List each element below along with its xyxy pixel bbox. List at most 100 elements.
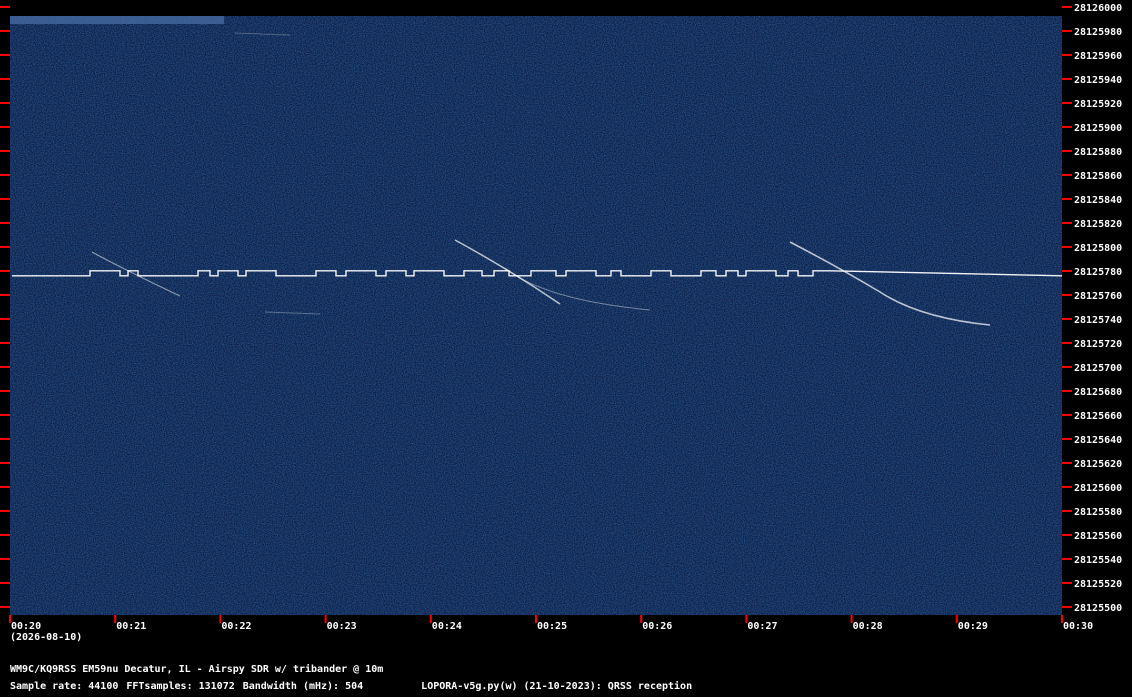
y-tick-right bbox=[1062, 78, 1072, 80]
y-tick-left bbox=[0, 534, 10, 536]
y-tick-left bbox=[0, 294, 10, 296]
y-tick-left bbox=[0, 342, 10, 344]
y-tick-label: 28125940 bbox=[1074, 75, 1122, 86]
y-tick-left bbox=[0, 126, 10, 128]
y-tick-label: 28125560 bbox=[1074, 531, 1122, 542]
y-tick-left bbox=[0, 198, 10, 200]
y-tick-label: 28125680 bbox=[1074, 387, 1122, 398]
y-tick-right bbox=[1062, 318, 1072, 320]
y-tick-label: 28125900 bbox=[1074, 123, 1122, 134]
y-tick-right bbox=[1062, 102, 1072, 104]
x-tick-label: 00:30 bbox=[1063, 621, 1093, 632]
y-tick-right bbox=[1062, 366, 1072, 368]
settings-line: Sample rate: 44100 FFTsamples: 131072 Band… bbox=[10, 681, 700, 692]
y-tick-label: 28125600 bbox=[1074, 483, 1122, 494]
x-tick-label: 00:26 bbox=[642, 621, 672, 632]
y-tick-label: 28125760 bbox=[1074, 291, 1122, 302]
x-tick-label: 00:25 bbox=[537, 621, 567, 632]
x-tick-label: 00:24 bbox=[432, 621, 462, 632]
y-tick-right bbox=[1062, 510, 1072, 512]
y-tick-left bbox=[0, 462, 10, 464]
y-tick-left bbox=[0, 414, 10, 416]
y-tick-right bbox=[1062, 222, 1072, 224]
y-tick-right bbox=[1062, 174, 1072, 176]
x-date-label: (2026-08-10) bbox=[10, 632, 82, 643]
y-tick-label: 28125860 bbox=[1074, 171, 1122, 182]
y-tick-left bbox=[0, 174, 10, 176]
y-tick-left bbox=[0, 510, 10, 512]
x-tick-label: 00:28 bbox=[853, 621, 883, 632]
y-tick-left bbox=[0, 30, 10, 32]
y-tick-left bbox=[0, 270, 10, 272]
y-tick-right bbox=[1062, 534, 1072, 536]
y-tick-label: 28125820 bbox=[1074, 219, 1122, 230]
y-tick-right bbox=[1062, 54, 1072, 56]
y-tick-right bbox=[1062, 198, 1072, 200]
y-tick-right bbox=[1062, 558, 1072, 560]
y-tick-left bbox=[0, 366, 10, 368]
y-tick-left bbox=[0, 246, 10, 248]
x-tick-label: 00:21 bbox=[116, 621, 146, 632]
y-tick-label: 28125780 bbox=[1074, 267, 1122, 278]
y-tick-left bbox=[0, 606, 10, 608]
waterfall-noise bbox=[10, 16, 1062, 615]
y-tick-right bbox=[1062, 462, 1072, 464]
y-tick-label: 28125980 bbox=[1074, 27, 1122, 38]
y-tick-label: 28125500 bbox=[1074, 603, 1122, 614]
y-tick-label: 28125540 bbox=[1074, 555, 1122, 566]
x-tick-label: 00:20 bbox=[11, 621, 41, 632]
y-tick-right bbox=[1062, 486, 1072, 488]
y-tick-label: 28125920 bbox=[1074, 99, 1122, 110]
y-tick-right bbox=[1062, 126, 1072, 128]
y-tick-left bbox=[0, 438, 10, 440]
y-tick-label: 28125620 bbox=[1074, 459, 1122, 470]
y-tick-right bbox=[1062, 342, 1072, 344]
waterfall-top-noise bbox=[10, 16, 224, 24]
y-tick-left bbox=[0, 486, 10, 488]
y-tick-right bbox=[1062, 438, 1072, 440]
y-tick-right bbox=[1062, 390, 1072, 392]
fft-samples: FFTsamples: 131072 bbox=[126, 681, 235, 692]
y-tick-right bbox=[1062, 150, 1072, 152]
y-tick-right bbox=[1062, 246, 1072, 248]
y-tick-label: 28126000 bbox=[1074, 3, 1122, 14]
software-info: LOPORA-v5g.py(w) (21-10-2023): QRSS rece… bbox=[421, 681, 693, 692]
y-tick-right bbox=[1062, 294, 1072, 296]
y-tick-label: 28125960 bbox=[1074, 51, 1122, 62]
x-tick-label: 00:29 bbox=[958, 621, 988, 632]
y-tick-label: 28125880 bbox=[1074, 147, 1122, 158]
y-tick-right bbox=[1062, 30, 1072, 32]
y-tick-left bbox=[0, 390, 10, 392]
y-tick-label: 28125700 bbox=[1074, 363, 1122, 374]
y-tick-left bbox=[0, 318, 10, 320]
y-tick-right bbox=[1062, 6, 1072, 8]
station-info: WM9C/KQ9RSS EM59nu Decatur, IL - Airspy … bbox=[10, 664, 384, 675]
x-axis: 00:20 00:21 00:22 00:23 00:24 00:25 00:26 00:27… bbox=[9, 615, 1093, 632]
x-tick-label: 00:27 bbox=[747, 621, 777, 632]
y-tick-label: 28125640 bbox=[1074, 435, 1122, 446]
y-tick-right bbox=[1062, 270, 1072, 272]
y-tick-left bbox=[0, 78, 10, 80]
y-tick-right bbox=[1062, 414, 1072, 416]
y-tick-left bbox=[0, 54, 10, 56]
y-tick-label: 28125660 bbox=[1074, 411, 1122, 422]
bandwidth: Bandwidth (mHz): 504 bbox=[242, 681, 364, 692]
y-tick-left bbox=[0, 222, 10, 224]
y-tick-left bbox=[0, 558, 10, 560]
y-tick-left bbox=[0, 582, 10, 584]
y-tick-label: 28125740 bbox=[1074, 315, 1122, 326]
y-tick-label: 28125800 bbox=[1074, 243, 1122, 254]
sample-rate: Sample rate: 44100 bbox=[10, 681, 119, 692]
x-tick-label: 00:22 bbox=[221, 621, 251, 632]
y-tick-right bbox=[1062, 606, 1072, 608]
y-tick-left bbox=[0, 102, 10, 104]
waterfall-chart: 28126000 28125980 28125960 28125940 28125920… bbox=[0, 3, 1122, 643]
y-tick-label: 28125840 bbox=[1074, 195, 1122, 206]
x-tick-label: 00:23 bbox=[327, 621, 357, 632]
y-tick-right bbox=[1062, 582, 1072, 584]
y-tick-label: 28125520 bbox=[1074, 579, 1122, 590]
y-tick-label: 28125720 bbox=[1074, 339, 1122, 350]
y-tick-left bbox=[0, 6, 10, 8]
y-tick-label: 28125580 bbox=[1074, 507, 1122, 518]
y-tick-left bbox=[0, 150, 10, 152]
